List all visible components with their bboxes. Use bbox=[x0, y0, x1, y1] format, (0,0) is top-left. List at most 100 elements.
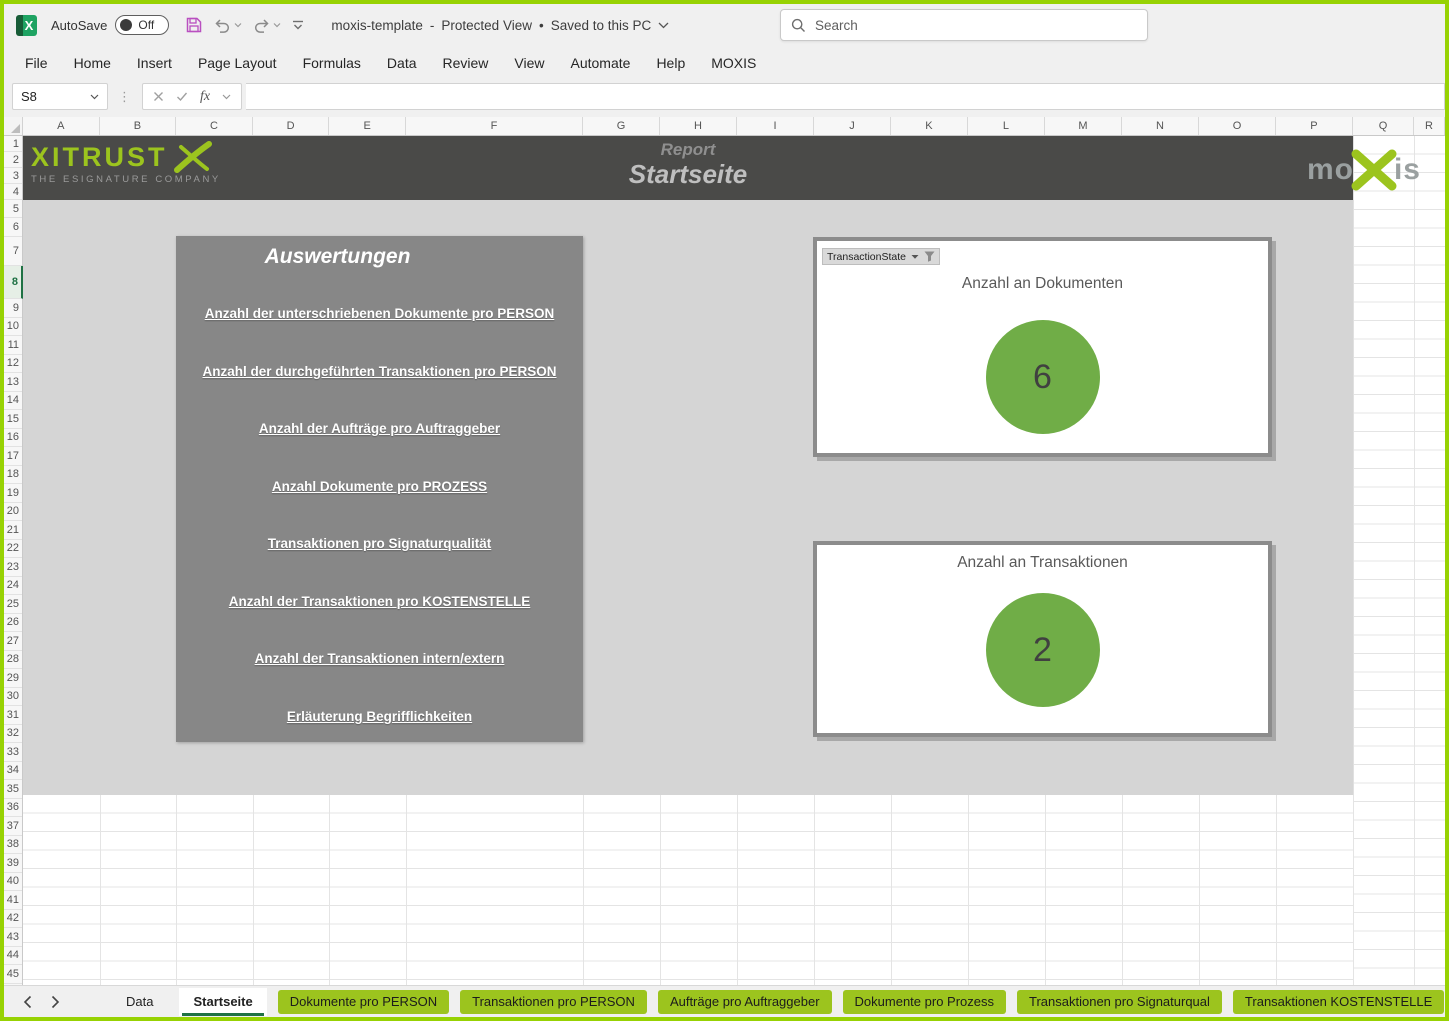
column-header[interactable]: G bbox=[583, 117, 660, 135]
ribbon-tab[interactable]: MOXIS bbox=[698, 46, 769, 80]
row-header[interactable]: 4 bbox=[4, 184, 22, 200]
column-header[interactable]: E bbox=[329, 117, 406, 135]
name-box[interactable]: S8 bbox=[12, 83, 108, 110]
ribbon-tab[interactable]: Page Layout bbox=[185, 46, 290, 80]
column-header[interactable]: J bbox=[814, 117, 891, 135]
row-header[interactable]: 15 bbox=[4, 410, 22, 429]
row-header[interactable]: 1 bbox=[4, 136, 22, 152]
row-header[interactable]: 18 bbox=[4, 466, 22, 485]
row-header[interactable]: 45 bbox=[4, 965, 22, 984]
row-header[interactable]: 8 bbox=[4, 266, 23, 299]
sheet-tab[interactable]: Transaktionen KOSTENSTELLE bbox=[1233, 990, 1444, 1014]
row-header[interactable]: 34 bbox=[4, 762, 22, 781]
row-header[interactable]: 39 bbox=[4, 854, 22, 873]
column-header[interactable]: A bbox=[23, 117, 100, 135]
ribbon-tab[interactable]: Data bbox=[374, 46, 430, 80]
row-header[interactable]: 2 bbox=[4, 152, 22, 168]
ribbon-tab[interactable]: Formulas bbox=[290, 46, 374, 80]
row-header[interactable]: 37 bbox=[4, 817, 22, 836]
sheet-tab[interactable]: Data bbox=[110, 990, 169, 1014]
insert-function-icon[interactable]: fx bbox=[200, 89, 210, 105]
report-link[interactable]: Anzahl der unterschriebenen Dokumente pr… bbox=[176, 306, 583, 322]
row-header[interactable]: 43 bbox=[4, 928, 22, 947]
customize-toolbar-icon[interactable] bbox=[291, 19, 305, 31]
row-header[interactable]: 42 bbox=[4, 910, 22, 929]
row-header[interactable]: 28 bbox=[4, 651, 22, 670]
row-header[interactable]: 41 bbox=[4, 891, 22, 910]
row-header[interactable]: 27 bbox=[4, 632, 22, 651]
row-header[interactable]: 10 bbox=[4, 318, 22, 337]
row-header[interactable]: 24 bbox=[4, 577, 22, 596]
document-title[interactable]: moxis-template - Protected View • Saved … bbox=[331, 18, 669, 33]
column-header[interactable]: N bbox=[1122, 117, 1199, 135]
enter-check-icon[interactable] bbox=[176, 91, 188, 102]
row-header[interactable]: 17 bbox=[4, 447, 22, 466]
report-link[interactable]: Anzahl der Transaktionen intern/extern bbox=[176, 651, 583, 667]
row-header[interactable]: 11 bbox=[4, 336, 22, 355]
sheet-tab[interactable]: Transaktionen pro PERSON bbox=[460, 990, 647, 1014]
row-header[interactable]: 33 bbox=[4, 743, 22, 762]
chevron-down-icon[interactable] bbox=[90, 94, 99, 100]
row-header[interactable]: 14 bbox=[4, 392, 22, 411]
ribbon-tab[interactable]: Review bbox=[430, 46, 502, 80]
select-all-corner[interactable] bbox=[4, 117, 23, 135]
row-header[interactable]: 12 bbox=[4, 355, 22, 374]
row-header[interactable]: 36 bbox=[4, 799, 22, 818]
transactionstate-filter-button[interactable]: TransactionState bbox=[822, 248, 940, 265]
ribbon-tab[interactable]: File bbox=[12, 46, 61, 80]
column-header[interactable]: K bbox=[891, 117, 968, 135]
ribbon-tab[interactable]: Automate bbox=[558, 46, 644, 80]
row-header[interactable]: 23 bbox=[4, 558, 22, 577]
report-link[interactable]: Transaktionen pro Signaturqualität bbox=[176, 536, 583, 552]
formula-input[interactable] bbox=[246, 83, 1445, 110]
search-box[interactable] bbox=[780, 9, 1148, 41]
row-header[interactable]: 29 bbox=[4, 669, 22, 688]
column-header[interactable]: R bbox=[1414, 117, 1445, 135]
sheet-tab[interactable]: Aufträge pro Auftraggeber bbox=[658, 990, 832, 1014]
cancel-icon[interactable] bbox=[153, 91, 164, 102]
column-header[interactable]: I bbox=[737, 117, 814, 135]
ribbon-tab[interactable]: Help bbox=[643, 46, 698, 80]
column-header[interactable]: D bbox=[253, 117, 330, 135]
sheet-tab[interactable]: Dokumente pro PERSON bbox=[278, 990, 449, 1014]
row-header[interactable]: 40 bbox=[4, 873, 22, 892]
row-header[interactable]: 7 bbox=[4, 237, 22, 266]
row-header[interactable]: 6 bbox=[4, 218, 22, 237]
sheet-nav-right-icon[interactable] bbox=[46, 993, 64, 1011]
row-header[interactable]: 30 bbox=[4, 688, 22, 707]
row-header[interactable]: 16 bbox=[4, 429, 22, 448]
chevron-down-icon[interactable] bbox=[222, 94, 231, 100]
report-link[interactable]: Anzahl der durchgeführten Transaktionen … bbox=[176, 364, 583, 380]
undo-icon[interactable] bbox=[213, 17, 242, 34]
row-header[interactable]: 19 bbox=[4, 484, 22, 503]
row-header[interactable]: 38 bbox=[4, 836, 22, 855]
column-header[interactable]: C bbox=[176, 117, 253, 135]
row-header[interactable]: 35 bbox=[4, 780, 22, 799]
row-header[interactable]: 25 bbox=[4, 595, 22, 614]
row-header[interactable]: 9 bbox=[4, 299, 22, 318]
row-header[interactable]: 5 bbox=[4, 200, 22, 218]
row-header[interactable]: 32 bbox=[4, 725, 22, 744]
row-header[interactable]: 44 bbox=[4, 947, 22, 966]
column-header[interactable]: F bbox=[406, 117, 583, 135]
autosave-toggle[interactable]: Off bbox=[115, 15, 169, 35]
row-header[interactable]: 21 bbox=[4, 521, 22, 540]
save-icon[interactable] bbox=[185, 16, 203, 34]
excel-app-icon[interactable]: X bbox=[16, 15, 37, 36]
ribbon-tab[interactable]: Home bbox=[61, 46, 124, 80]
report-link[interactable]: Anzahl der Aufträge pro Auftraggeber bbox=[176, 421, 583, 437]
sheet-tab[interactable]: Transaktionen pro Signaturqual bbox=[1017, 990, 1222, 1014]
report-link[interactable]: Anzahl Dokumente pro PROZESS bbox=[176, 479, 583, 495]
row-header[interactable]: 3 bbox=[4, 168, 22, 184]
report-link[interactable]: Anzahl der Transaktionen pro KOSTENSTELL… bbox=[176, 594, 583, 610]
sheet-tab[interactable]: Startseite bbox=[179, 988, 266, 1016]
report-link[interactable]: Erläuterung Begrifflichkeiten bbox=[176, 709, 583, 725]
redo-icon[interactable] bbox=[252, 17, 281, 34]
row-header[interactable]: 26 bbox=[4, 614, 22, 633]
column-header[interactable]: O bbox=[1199, 117, 1276, 135]
ribbon-tab[interactable]: View bbox=[501, 46, 557, 80]
search-input[interactable] bbox=[815, 18, 1095, 33]
column-header[interactable]: L bbox=[968, 117, 1045, 135]
sheet-tab[interactable]: Dokumente pro Prozess bbox=[843, 990, 1006, 1014]
ribbon-tab[interactable]: Insert bbox=[124, 46, 185, 80]
